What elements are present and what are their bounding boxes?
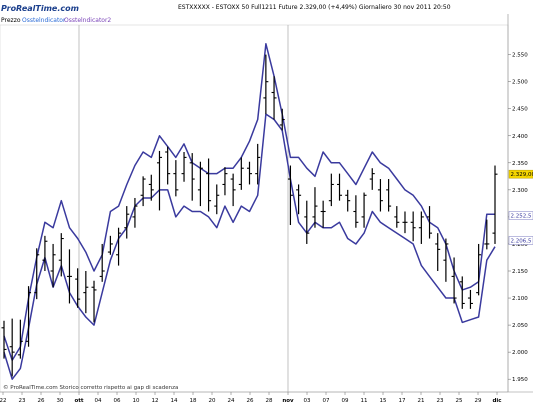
indicator-1-label[interactable]: Osstelndicator [22, 17, 66, 24]
indicator-prefix: Prezzo [1, 17, 21, 24]
x-tick-label: 11 [361, 398, 368, 404]
footer-note: © ProRealTime.com Storico corretto rispe… [3, 384, 178, 391]
x-tick-label: 09 [342, 398, 349, 404]
chart-header: ProRealTime.com ESTXXXXX - ESTOXX 50 Ful… [1, 4, 451, 24]
y-tick-label: 2.500 [512, 80, 528, 86]
x-tick-label: 29 [475, 398, 482, 404]
y-tick-label: 2.000 [512, 350, 528, 356]
y-tick-label: 2.350 [512, 161, 528, 167]
chart-title: ESTXXXXX - ESTOXX 50 Full1211 Future 2.3… [178, 4, 451, 11]
y-tick-label: 2.150 [512, 269, 528, 275]
y-tick-label: 2.050 [512, 323, 528, 329]
price-tag-label: 2.252,5 [511, 214, 532, 220]
x-tick-label: 26 [247, 398, 254, 404]
x-tick-label: 15 [380, 398, 387, 404]
x-tick-label: ott [74, 398, 83, 404]
chart-window: ProRealTime.com ESTXXXXX - ESTOXX 50 Ful… [0, 0, 533, 404]
logo-text: ProRealTime.com [1, 4, 79, 13]
x-tick-label: 24 [228, 398, 235, 404]
price-tags: 2.329,00 2.252,5 2.206,5 [508, 169, 533, 245]
x-tick-label: 04 [95, 398, 102, 404]
x-tick-label: 07 [323, 398, 330, 404]
y-tick-label: 1.950 [512, 377, 528, 383]
y-tick-label: 2.300 [512, 188, 528, 194]
x-tick-label: 14 [171, 398, 178, 404]
x-tick-label: 26 [38, 398, 45, 404]
x-tick-label: 21 [418, 398, 425, 404]
x-tick-label: dic [492, 398, 501, 404]
x-tick-label: 22 [0, 398, 7, 404]
x-tick-label: 25 [456, 398, 463, 404]
x-tick-label: 17 [399, 398, 406, 404]
x-tick-label: 30 [57, 398, 64, 404]
y-tick-label: 2.400 [512, 134, 528, 140]
price-chart: ProRealTime.com ESTXXXXX - ESTOXX 50 Ful… [0, 4, 533, 404]
x-tick-label: 28 [266, 398, 273, 404]
x-tick-label: 03 [304, 398, 311, 404]
y-tick-label: 2.450 [512, 107, 528, 113]
x-tick-label: 23 [437, 398, 444, 404]
x-tick-label: 10 [133, 398, 140, 404]
y-tick-label: 2.100 [512, 296, 528, 302]
price-tag-label: 2.329,00 [511, 172, 533, 178]
x-tick-label: 06 [114, 398, 121, 404]
price-tag-label: 2.206,5 [511, 238, 532, 244]
x-tick-label: 20 [209, 398, 216, 404]
plot-area[interactable] [0, 24, 509, 393]
x-tick-label: nov [282, 398, 294, 404]
time-axis: 22 23 26 30 ott 04 06 10 12 14 18 20 24 26 28 nov 03 07 09… [0, 392, 502, 404]
x-tick-label: 12 [152, 398, 159, 404]
y-tick-label: 2.550 [512, 53, 528, 59]
indicator-2-label[interactable]: Osstelndicator2 [64, 17, 111, 24]
x-tick-label: 23 [19, 398, 26, 404]
x-tick-label: 18 [190, 398, 197, 404]
